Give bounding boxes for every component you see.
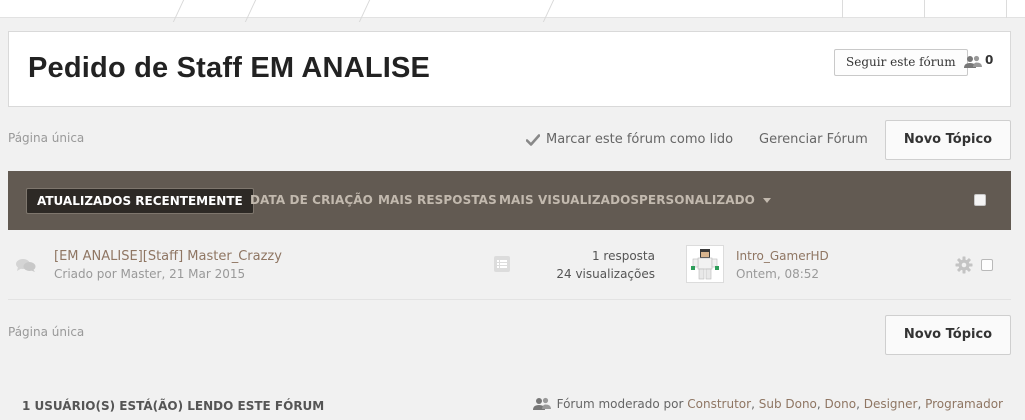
moderator-link-construtor[interactable]: Construtor [687,397,751,411]
topic-select-checkbox[interactable] [981,259,993,271]
tab-custom-label: PERSONALIZADO [639,193,755,207]
new-topic-button[interactable]: Novo Tópico [885,120,1011,160]
nav-divider [172,0,185,22]
gear-icon[interactable] [955,256,973,274]
moderator-link-programador[interactable]: Programador [925,397,1003,411]
tab-creation-date[interactable]: DATA DE CRIAÇÃO [250,193,373,207]
tab-custom[interactable]: PERSONALIZADO [639,193,771,207]
moderator-link-designer[interactable]: Designer [864,397,918,411]
tab-most-viewed[interactable]: MAIS VISUALIZADOS [499,193,639,207]
people-icon [964,55,982,68]
followers-number: 0 [985,53,994,67]
top-nav-bar [0,0,1025,22]
pagination-bottom: Página única [8,325,85,339]
topic-views: 24 visualizações [556,267,655,281]
topic-replies: 1 resposta [591,249,655,263]
nav-divider [924,0,925,18]
topic-title-link[interactable]: [EM ANALISE][Staff] Master_Crazzy [54,249,282,264]
follow-forum-button[interactable]: Seguir este fórum [834,49,968,76]
moderator-link-dono[interactable]: Dono [825,397,857,411]
chat-bubbles-icon [16,259,36,272]
tab-recently-updated[interactable]: ATUALIZADOS RECENTEMENTE [26,188,254,214]
table-row: [EM ANALISE][Staff] Master_Crazzy Criado… [8,236,1011,300]
mark-forum-read-link[interactable]: Marcar este fórum como lido [526,132,733,147]
nav-divider [244,0,257,22]
nav-divider [842,0,843,18]
checkmark-icon [526,133,540,146]
avatar[interactable] [686,245,724,283]
tab-most-replies[interactable]: MAIS RESPOSTAS [378,193,497,207]
sort-bar: ATUALIZADOS RECENTEMENTE DATA DE CRIAÇÃO… [8,171,1011,230]
pagination-top: Página única [8,131,85,145]
nav-divider [1006,0,1007,18]
avatar-image [691,249,719,280]
manage-forum-link[interactable]: Gerenciar Fórum [759,132,868,147]
page-title: Pedido de Staff EM ANALISE [28,52,431,84]
forum-header: Pedido de Staff EM ANALISE Seguir este f… [8,31,1011,107]
list-icon[interactable] [494,256,510,272]
topic-meta: Criado por Master, 21 Mar 2015 [54,267,246,281]
last-post-time: Ontem, 08:52 [736,267,820,281]
mark-forum-read-label: Marcar este fórum como lido [546,132,734,147]
people-icon [532,397,551,410]
select-all-checkbox[interactable] [974,194,986,206]
nav-divider [358,0,371,22]
new-topic-button-bottom[interactable]: Novo Tópico [885,315,1011,355]
last-poster-link[interactable]: Intro_GamerHD [736,249,829,263]
nav-divider [542,0,555,22]
chevron-down-icon [762,198,771,203]
moderators-line: Fórum moderado por Construtor, Sub Dono,… [532,397,1003,411]
active-readers-heading: 1 USUÁRIO(S) ESTÁ(ÃO) LENDO ESTE FÓRUM [22,399,325,413]
followers-count[interactable]: 0 [964,52,993,72]
moderator-link-sub-dono[interactable]: Sub Dono [759,397,817,411]
moderated-by-label: Fórum moderado por [556,397,684,411]
